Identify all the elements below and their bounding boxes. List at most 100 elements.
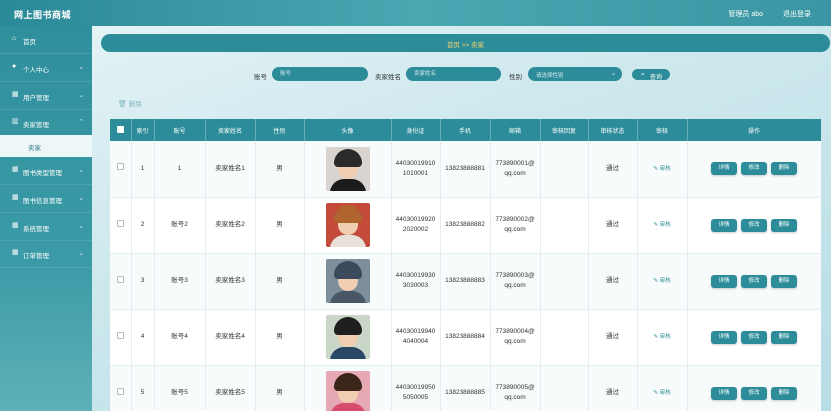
id-card-line: 44030019920 <box>395 216 436 223</box>
cell-email: 773890005@ qq.com <box>490 365 541 411</box>
row-checkbox[interactable] <box>110 309 132 366</box>
cell-index: 2 <box>131 197 155 254</box>
query-button[interactable]: ⌕ 查询 <box>630 67 672 82</box>
sidebar-item-book-info[interactable]: ▦ 图书信息管理 ⌄ <box>0 185 92 213</box>
chevron-down-icon: ⌄ <box>78 195 84 202</box>
sidebar-item-home[interactable]: ⌂ 首页 <box>0 26 92 54</box>
sidebar-item-label: 卖家管理 <box>23 122 49 129</box>
audit-link-label: 审核 <box>659 278 671 284</box>
edit-button[interactable]: 修改 <box>741 386 767 400</box>
chevron-down-icon: ⌄ <box>78 64 84 71</box>
cell-audit: ✎ 审核 <box>637 141 688 198</box>
email-line: 773890005@ <box>495 384 535 391</box>
gender-select-value: 请选择性别 <box>536 73 564 79</box>
cell-id-card: 44030019940 4040004 <box>391 309 441 366</box>
select-all-checkbox[interactable] <box>110 119 132 141</box>
sidebar-item-system[interactable]: ▦ 系统管理 ⌄ <box>0 213 92 241</box>
row-checkbox[interactable] <box>110 141 132 198</box>
edit-button[interactable]: 修改 <box>741 218 767 232</box>
sidebar-item-sellers[interactable]: ▥ 卖家管理 ⌃ <box>0 109 92 137</box>
cell-phone: 13823888885 <box>440 365 491 411</box>
delete-button[interactable]: 删除 <box>771 330 797 344</box>
audit-link[interactable]: ✎ 审核 <box>653 390 670 396</box>
table-row: 2 账号2 卖家姓名2 男 44030019920 2020002 13823888882 7… <box>110 197 821 254</box>
sidebar-item-label: 订单管理 <box>23 253 49 260</box>
cell-index: 1 <box>131 141 155 198</box>
avatar <box>325 315 370 359</box>
bulk-delete-button[interactable]: 🗑 删除 <box>118 98 142 108</box>
audit-link[interactable]: ✎ 审核 <box>653 222 670 228</box>
avatar <box>325 146 370 191</box>
column-header: 性别 <box>255 119 305 141</box>
grid-icon: ▦ <box>12 222 19 229</box>
email-line: qq.com <box>504 338 526 345</box>
account-label: 账号 <box>254 74 267 81</box>
cell-gender: 男 <box>255 253 305 310</box>
sidebar-item-book-types[interactable]: ▦ 图书类型管理 ⌄ <box>0 157 92 185</box>
row-checkbox[interactable] <box>110 253 132 310</box>
cell-actions: 详情 修改 删除 <box>687 141 821 198</box>
sidebar-item-users[interactable]: ▦ 用户管理 ⌄ <box>0 82 92 110</box>
detail-button[interactable]: 详情 <box>711 218 737 232</box>
audit-link-label: 审核 <box>659 390 671 396</box>
grid-icon: ▦ <box>12 194 19 201</box>
column-header: 手机 <box>440 119 491 141</box>
sidebar-subitem-label: 卖家 <box>28 145 41 152</box>
chevron-down-icon: ⌄ <box>610 71 616 77</box>
column-header: 索引 <box>131 119 155 141</box>
cell-actions: 详情 修改 删除 <box>687 309 821 366</box>
logout-link[interactable]: 退出登录 <box>783 9 811 19</box>
detail-button[interactable]: 详情 <box>711 274 737 288</box>
edit-button[interactable]: 修改 <box>741 330 767 344</box>
cell-audit-status: 通过 <box>588 309 638 366</box>
delete-button[interactable]: 删除 <box>771 274 797 288</box>
seller-table: 索引 账号 卖家姓名 性别 头像 身份证 手机 邮箱 审核回复 审核状态 审核 … <box>110 119 821 411</box>
cell-email: 773890004@ qq.com <box>490 309 541 366</box>
sidebar-item-profile[interactable]: ● 个人中心 ⌄ <box>0 54 92 82</box>
column-header: 审核 <box>637 119 688 141</box>
email-line: qq.com <box>504 169 526 177</box>
search-icon: ⌕ <box>641 71 645 78</box>
audit-link[interactable]: ✎ 审核 <box>653 166 670 172</box>
delete-button[interactable]: 删除 <box>771 162 797 176</box>
gender-select[interactable]: 请选择性别 ⌄ <box>528 67 622 81</box>
grid-icon: ▦ <box>12 249 19 256</box>
cell-index: 4 <box>131 309 155 366</box>
cell-audit-reply <box>540 141 589 198</box>
detail-button[interactable]: 详情 <box>711 330 737 344</box>
audit-link[interactable]: ✎ 审核 <box>653 334 670 340</box>
delete-button[interactable]: 删除 <box>771 218 797 232</box>
id-card-line: 2020002 <box>402 226 429 233</box>
delete-button[interactable]: 删除 <box>771 386 797 400</box>
detail-button[interactable]: 详情 <box>711 386 737 400</box>
cell-gender: 男 <box>255 197 305 254</box>
id-card-line: 5050005 <box>402 394 429 401</box>
id-card-line: 44030019910 <box>395 159 436 167</box>
avatar <box>325 259 370 303</box>
table-row: 1 1 卖家姓名1 男 44030019910 1010001 13823888881 773… <box>110 141 821 198</box>
cell-audit-status: 通过 <box>588 141 638 198</box>
row-checkbox[interactable] <box>110 197 132 254</box>
account-input[interactable] <box>272 67 368 81</box>
chevron-up-icon: ⌃ <box>78 119 84 126</box>
cell-email: 773890001@ qq.com <box>490 141 541 198</box>
id-card-line: 44030019940 <box>395 328 436 335</box>
edit-button[interactable]: 修改 <box>741 162 767 176</box>
breadcrumb-text: 首页 >> 卖家 <box>446 42 485 49</box>
table-row: 4 账号4 卖家姓名4 男 44030019940 4040004 13823888884 7… <box>110 309 821 366</box>
seller-name-input[interactable] <box>406 67 501 81</box>
cell-audit-status: 通过 <box>588 197 638 254</box>
cell-gender: 男 <box>255 309 305 366</box>
sidebar-subitem-seller[interactable]: 卖家 <box>0 135 92 157</box>
column-header: 操作 <box>687 119 821 141</box>
cell-audit-status: 通过 <box>588 253 638 310</box>
email-line: 773890001@ <box>495 159 535 167</box>
audit-link[interactable]: ✎ 审核 <box>653 278 670 284</box>
cell-id-card: 44030019950 5050005 <box>391 365 441 411</box>
edit-button[interactable]: 修改 <box>741 274 767 288</box>
cell-avatar <box>304 253 392 310</box>
sidebar-item-orders[interactable]: ▦ 订单管理 ⌄ <box>0 240 92 268</box>
row-checkbox[interactable] <box>110 365 132 411</box>
cell-seller-name: 卖家姓名3 <box>205 253 256 310</box>
detail-button[interactable]: 详情 <box>711 162 737 176</box>
